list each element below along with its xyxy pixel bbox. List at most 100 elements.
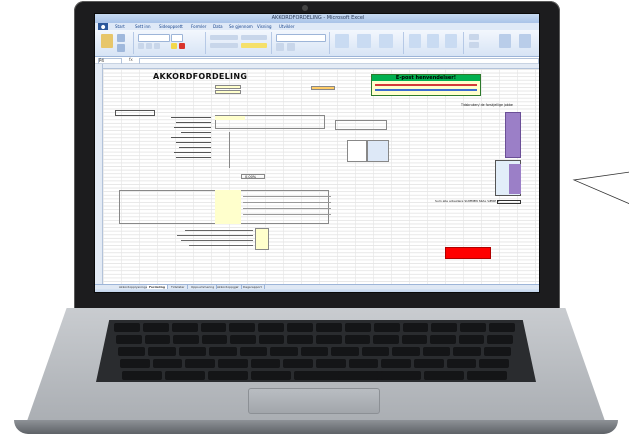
ribbon-tab-bar: ⬤ Start Sett inn Sideoppsett Formler Dat… — [95, 23, 539, 30]
indent-icon[interactable] — [210, 43, 238, 48]
font-size-select[interactable] — [171, 34, 183, 42]
keyboard-key — [423, 371, 464, 380]
akkord-input[interactable] — [215, 85, 241, 89]
comma-icon[interactable] — [287, 43, 295, 51]
tab-start[interactable]: Start — [115, 23, 125, 30]
tab-data[interactable]: Data — [213, 23, 223, 30]
align-icon[interactable] — [210, 35, 238, 40]
time-column-blue[interactable] — [367, 140, 389, 162]
summary-cells[interactable] — [255, 228, 269, 250]
keyboard-key — [185, 359, 215, 368]
keyboard-key — [230, 335, 256, 344]
keyboard-key — [287, 323, 313, 332]
autosum-icon[interactable] — [469, 34, 479, 40]
keyboard-key — [116, 335, 142, 344]
row-headers — [95, 64, 103, 284]
tab-view[interactable]: Visning — [257, 23, 272, 30]
keyboard-key — [283, 359, 313, 368]
format-cells-icon[interactable] — [445, 34, 457, 48]
fill-color-icon[interactable] — [171, 43, 177, 49]
summary-line-4 — [189, 245, 253, 246]
worker-line-1 — [243, 196, 331, 197]
cut-icon[interactable] — [117, 34, 125, 42]
screen: AKKORDFORDELING - Microsoft Excel ⬤ Star… — [94, 13, 540, 293]
underline-icon[interactable] — [154, 43, 160, 49]
time-column[interactable] — [347, 140, 367, 162]
worker-table-yellow-col — [215, 190, 241, 224]
keyboard-key — [114, 323, 140, 332]
keyboard-key — [430, 335, 456, 344]
start-date-cell[interactable] — [311, 86, 335, 90]
find-select-icon[interactable] — [519, 34, 531, 48]
keyboard-key — [118, 347, 146, 356]
tab-review[interactable]: Se gjennom — [229, 23, 253, 30]
keyboard-key — [200, 323, 227, 332]
keyboard-key — [466, 371, 507, 380]
delete-cells-icon[interactable] — [427, 34, 439, 48]
sum-cell-yellow[interactable] — [215, 116, 245, 120]
tab-developer[interactable]: Utvikler — [279, 23, 295, 30]
crew-header-cells[interactable] — [115, 110, 155, 116]
keyboard-key — [251, 371, 292, 380]
jobs-purple-column[interactable] — [505, 112, 521, 158]
keyboard-key — [380, 371, 421, 380]
keyboard-key — [300, 347, 329, 356]
keyboard-key — [120, 359, 150, 368]
font-group — [135, 32, 206, 54]
keyboard-key — [431, 323, 458, 332]
keyboard-key — [453, 347, 481, 356]
alignment-group — [207, 32, 272, 54]
keyboard-key — [122, 371, 163, 380]
keyboard-key — [458, 335, 485, 344]
cell-styles-icon[interactable] — [379, 34, 393, 48]
keyboard-key — [144, 335, 171, 344]
jobs-header: Tidsbruken/ de forskjellige jobbe — [461, 103, 513, 107]
keyboard-key — [239, 347, 268, 356]
sheet-title: AKKORDFORDELING — [153, 72, 248, 81]
italic-icon[interactable] — [146, 43, 152, 49]
wrap-text-button[interactable] — [241, 35, 267, 40]
keyboard-key — [392, 347, 420, 356]
keyboard-key — [173, 335, 199, 344]
keyboard-key — [373, 335, 399, 344]
sum-all-cell[interactable] — [497, 200, 521, 204]
keyboard-key — [446, 359, 477, 368]
font-color-icon[interactable] — [179, 43, 185, 49]
keyboard-key — [361, 347, 390, 356]
alert-box — [445, 247, 491, 259]
tab-formulas[interactable]: Formler — [191, 23, 206, 30]
keyboard-key — [178, 347, 207, 356]
tab-insert[interactable]: Sett inn — [135, 23, 151, 30]
conditional-formatting-icon[interactable] — [335, 34, 349, 48]
keyboard-key — [489, 323, 515, 332]
tab-page-layout[interactable]: Sideoppsett — [159, 23, 183, 30]
number-format-select[interactable] — [276, 34, 326, 42]
worker-line-3 — [243, 208, 331, 209]
sort-filter-icon[interactable] — [499, 34, 511, 48]
label-column — [161, 115, 211, 169]
percent-cell[interactable] — [241, 174, 265, 179]
paste-icon[interactable] — [101, 34, 113, 48]
jobs-summary-purple — [509, 164, 521, 194]
keyboard-key — [460, 323, 487, 332]
format-as-table-icon[interactable] — [357, 34, 371, 48]
font-name-select[interactable] — [138, 34, 170, 42]
keyboard-key — [344, 335, 371, 344]
fill-icon[interactable] — [469, 42, 479, 48]
keyboard-key — [337, 371, 378, 380]
arbeidsnummer-input[interactable] — [215, 90, 241, 94]
insert-cells-icon[interactable] — [409, 34, 421, 48]
merge-center-button[interactable] — [241, 43, 267, 48]
keyboard-key — [401, 335, 428, 344]
fordeling-box[interactable] — [335, 120, 387, 130]
keyboard-key — [270, 347, 298, 356]
percent-icon[interactable] — [276, 43, 284, 51]
keyboard — [96, 320, 536, 382]
office-button[interactable]: ⬤ — [98, 23, 109, 30]
keyboard-key — [258, 323, 285, 332]
clipboard-group — [97, 32, 134, 54]
bold-icon[interactable] — [138, 43, 144, 49]
keyboard-key — [171, 323, 198, 332]
keyboard-key — [142, 323, 169, 332]
copy-icon[interactable] — [117, 44, 125, 52]
